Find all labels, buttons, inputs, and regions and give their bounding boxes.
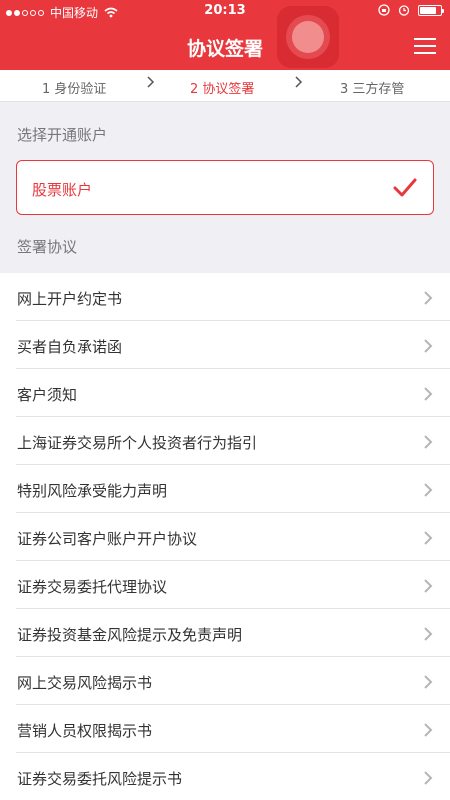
account-option-label: 股票账户 xyxy=(32,181,93,199)
chevron-right-icon xyxy=(424,339,433,353)
chevron-right-icon xyxy=(424,579,433,593)
battery-icon xyxy=(418,4,444,16)
step-sign: 2 协议签署 xyxy=(190,82,255,97)
chevron-right-icon xyxy=(424,723,433,737)
step-custody: 3 三方存管 xyxy=(340,82,405,97)
agreement-row[interactable]: 营销人员权限揭示书 xyxy=(0,705,450,753)
agreement-label: 客户须知 xyxy=(17,386,78,404)
agreement-row[interactable]: 证券交易委托风险提示书 xyxy=(0,753,450,800)
chevron-right-icon xyxy=(424,675,433,689)
step-identity: 1 身份验证 xyxy=(42,82,107,97)
agreement-row[interactable]: 证券公司客户账户开户协议 xyxy=(0,513,450,561)
orientation-lock-icon xyxy=(378,4,390,16)
status-bar: 中国移动 20:13 xyxy=(0,0,450,24)
app-root: 中国移动 20:13 协议签署 1 身份验证 2 协议签署 3 三方存管 选择开… xyxy=(0,0,450,800)
agreement-label: 证券公司客户账户开户协议 xyxy=(17,530,198,548)
agreement-label: 上海证券交易所个人投资者行为指引 xyxy=(17,434,258,452)
agreement-label: 网上交易风险揭示书 xyxy=(17,674,153,692)
agreement-row[interactable]: 证券投资基金风险提示及免责声明 xyxy=(0,609,450,657)
agreement-row[interactable]: 买者自负承诺函 xyxy=(0,321,450,369)
agreement-label: 证券交易委托风险提示书 xyxy=(17,770,183,788)
agreement-label: 证券投资基金风险提示及免责声明 xyxy=(17,626,243,644)
chevron-right-icon xyxy=(424,483,433,497)
agreement-section-title: 签署协议 xyxy=(17,238,78,256)
agreement-row[interactable]: 客户须知 xyxy=(0,369,450,417)
agreement-label: 营销人员权限揭示书 xyxy=(17,722,153,740)
chevron-right-icon xyxy=(424,531,433,545)
agreement-row[interactable]: 网上开户约定书 xyxy=(0,273,450,321)
alarm-icon xyxy=(398,5,410,16)
top-bar: 中国移动 20:13 协议签署 xyxy=(0,0,450,70)
chevron-right-icon xyxy=(424,771,433,785)
hamburger-icon[interactable] xyxy=(414,36,438,56)
agreement-row[interactable]: 证券交易委托代理协议 xyxy=(0,561,450,609)
agreement-label: 网上开户约定书 xyxy=(17,290,123,308)
chevron-right-icon xyxy=(424,291,433,305)
checkmark-icon xyxy=(393,178,417,197)
chevron-right-icon xyxy=(295,76,303,88)
page-title: 协议签署 xyxy=(186,38,263,60)
status-right xyxy=(378,4,444,16)
agreement-label: 证券交易委托代理协议 xyxy=(17,578,168,596)
chevron-right-icon xyxy=(424,387,433,401)
agreement-row[interactable]: 特别风险承受能力声明 xyxy=(0,465,450,513)
agreement-list: 网上开户约定书 买者自负承诺函 客户须知 上海证券交易所个人投资者行为指引 特别… xyxy=(0,273,450,800)
agreement-label: 特别风险承受能力声明 xyxy=(17,482,168,500)
agreement-row[interactable]: 网上交易风险揭示书 xyxy=(0,657,450,705)
chevron-right-icon xyxy=(424,627,433,641)
chevron-right-icon xyxy=(147,76,155,88)
account-section-title: 选择开通账户 xyxy=(17,126,108,144)
agreement-row[interactable]: 上海证券交易所个人投资者行为指引 xyxy=(0,417,450,465)
agreement-label: 买者自负承诺函 xyxy=(17,338,123,356)
step-indicator: 1 身份验证 2 协议签署 3 三方存管 xyxy=(0,70,450,102)
account-option-stock[interactable]: 股票账户 xyxy=(16,160,434,215)
record-button[interactable] xyxy=(277,6,339,68)
chevron-right-icon xyxy=(424,435,433,449)
record-icon xyxy=(286,15,330,59)
